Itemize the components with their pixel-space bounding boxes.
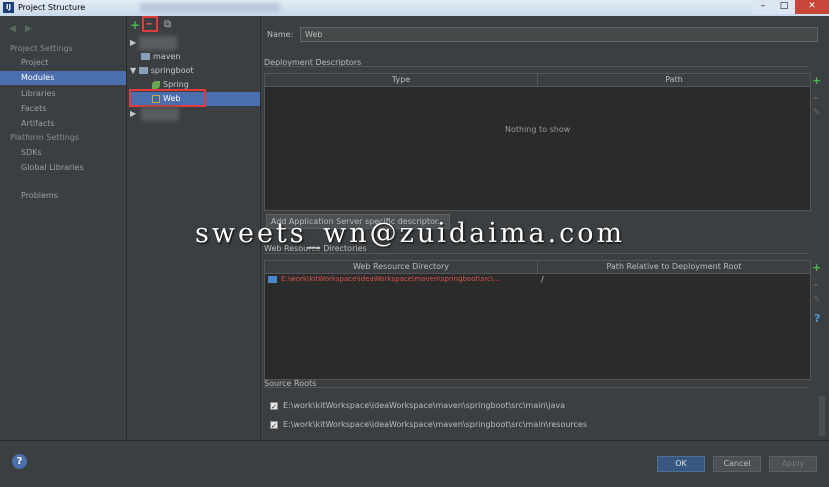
maximize-button[interactable]: □ xyxy=(774,0,794,14)
tree-expand-arrow[interactable]: ▶ xyxy=(130,36,136,50)
source-root-path: E:\work\kitWorkspace\ideaWorkspace\maven… xyxy=(283,420,588,429)
blurred-title-text xyxy=(140,3,280,12)
source-root-checkbox[interactable]: ✓ xyxy=(270,421,278,430)
project-settings-heading: Project Settings xyxy=(10,44,73,53)
column-header-path[interactable]: Path xyxy=(538,74,810,87)
tree-node-label: maven xyxy=(153,52,181,61)
divider xyxy=(264,387,809,388)
app-icon: IJ xyxy=(3,2,14,13)
sidebar-item-sdks[interactable]: SDKs xyxy=(0,146,126,160)
sidebar-item-facets[interactable]: Facets xyxy=(0,102,126,116)
tree-node-label: springboot xyxy=(150,66,194,75)
tree-node-label: Web xyxy=(163,94,181,103)
relative-path-value[interactable]: / xyxy=(541,275,544,284)
column-header-web-resource-directory[interactable]: Web Resource Directory xyxy=(265,261,538,274)
settings-sidebar: ◀ ▶ Project Settings Project Modules Lib… xyxy=(0,16,127,440)
sidebar-item-problems[interactable]: Problems xyxy=(0,189,126,203)
ok-button[interactable]: OK xyxy=(657,456,705,472)
divider xyxy=(264,66,809,67)
scrollbar[interactable] xyxy=(819,396,825,436)
remove-web-resource-icon: – xyxy=(813,278,819,291)
remove-module-icon[interactable]: – xyxy=(146,17,152,29)
spring-leaf-icon xyxy=(152,80,160,89)
web-resource-table[interactable]: Web Resource Directory Path Relative to … xyxy=(264,260,811,380)
add-web-resource-icon[interactable]: + xyxy=(812,261,821,274)
empty-table-text: Nothing to show xyxy=(505,125,571,134)
add-module-icon[interactable]: + xyxy=(130,19,140,31)
divider xyxy=(264,253,809,254)
add-descriptor-icon[interactable]: + xyxy=(812,74,821,87)
name-label: Name: xyxy=(267,30,294,39)
forward-arrow-icon[interactable]: ▶ xyxy=(25,24,32,34)
cancel-button[interactable]: Cancel xyxy=(713,456,761,472)
minimize-button[interactable]: – xyxy=(752,0,774,14)
edit-web-resource-icon: ✎ xyxy=(813,295,821,305)
edit-descriptor-icon: ✎ xyxy=(813,108,821,118)
apply-button[interactable]: Apply xyxy=(769,456,817,472)
column-header-type[interactable]: Type xyxy=(265,74,538,87)
sidebar-item-artifacts[interactable]: Artifacts xyxy=(0,117,126,131)
tree-node-maven[interactable]: maven xyxy=(141,50,180,64)
watermark: sweets_wn@zuidaima.com xyxy=(195,218,626,249)
folder-icon xyxy=(141,53,150,60)
remove-descriptor-icon: – xyxy=(813,91,819,104)
table-row[interactable]: E:\work\kitWorkspace\ideaWorkspace\maven… xyxy=(267,275,537,285)
sidebar-item-global-libraries[interactable]: Global Libraries xyxy=(0,161,126,175)
sidebar-item-project[interactable]: Project xyxy=(0,56,126,70)
help-button[interactable]: ? xyxy=(12,454,27,469)
back-arrow-icon[interactable]: ◀ xyxy=(9,24,16,34)
source-root-path: E:\work\kitWorkspace\ideaWorkspace\maven… xyxy=(283,401,566,410)
copy-module-icon[interactable]: ⧉ xyxy=(164,19,171,31)
tree-expand-arrow[interactable]: ▶ xyxy=(130,107,136,121)
sidebar-item-modules[interactable]: Modules xyxy=(0,71,126,85)
deployment-descriptors-table[interactable]: Type Path Nothing to show xyxy=(264,73,811,211)
title-bar: IJ Project Structure – □ ✕ xyxy=(0,0,829,16)
source-root-checkbox[interactable]: ✓ xyxy=(270,402,278,411)
tree-node-web[interactable]: Web xyxy=(152,92,180,106)
platform-settings-heading: Platform Settings xyxy=(10,133,80,142)
close-button[interactable]: ✕ xyxy=(795,0,829,14)
folder-icon xyxy=(268,276,277,283)
tree-node-label: Spring xyxy=(163,80,189,89)
blurred-tree-node xyxy=(141,107,179,121)
blurred-tree-node xyxy=(139,36,177,50)
window-title: Project Structure xyxy=(18,3,86,12)
sidebar-item-libraries[interactable]: Libraries xyxy=(0,87,126,101)
tree-node-springboot[interactable]: ▼ springboot xyxy=(130,64,194,78)
column-header-relative-path[interactable]: Path Relative to Deployment Root xyxy=(538,261,810,274)
help-icon[interactable]: ? xyxy=(814,312,820,325)
chevron-down-icon: ▼ xyxy=(130,66,137,75)
folder-icon xyxy=(138,67,148,74)
web-facet-icon xyxy=(152,94,160,103)
name-input[interactable]: Web xyxy=(300,27,818,42)
web-resource-path: E:\work\kitWorkspace\ideaWorkspace\maven… xyxy=(281,275,500,283)
